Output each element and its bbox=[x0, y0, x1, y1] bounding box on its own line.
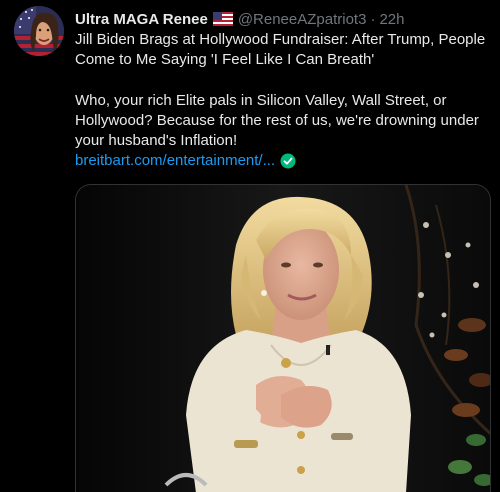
article-link[interactable]: breitbart.com/entertainment/... bbox=[75, 151, 275, 171]
tweet-header: Ultra MAGA Renee @ReneeAZpatriot3 · 22h bbox=[75, 8, 490, 30]
avatar-image bbox=[14, 6, 64, 56]
tweet-media[interactable] bbox=[75, 184, 491, 492]
tweet[interactable]: Ultra MAGA Renee @ReneeAZpatriot3 · 22h … bbox=[0, 0, 500, 492]
tweet-headline: Jill Biden Brags at Hollywood Fundraiser… bbox=[75, 31, 486, 68]
article-photo bbox=[76, 185, 490, 492]
tweet-text: Jill Biden Brags at Hollywood Fundraiser… bbox=[75, 30, 490, 151]
verified-check-icon bbox=[280, 153, 296, 169]
author-handle[interactable]: @ReneeAZpatriot3 bbox=[238, 11, 367, 28]
us-flag-icon bbox=[212, 12, 233, 26]
timestamp[interactable]: 22h bbox=[379, 11, 404, 28]
separator-dot: · bbox=[370, 10, 376, 28]
tweet-comment: Who, your rich Elite pals in Silicon Val… bbox=[75, 92, 479, 149]
author-name[interactable]: Ultra MAGA Renee bbox=[75, 11, 208, 28]
link-row: breitbart.com/entertainment/... bbox=[75, 151, 296, 171]
avatar[interactable] bbox=[14, 6, 64, 56]
